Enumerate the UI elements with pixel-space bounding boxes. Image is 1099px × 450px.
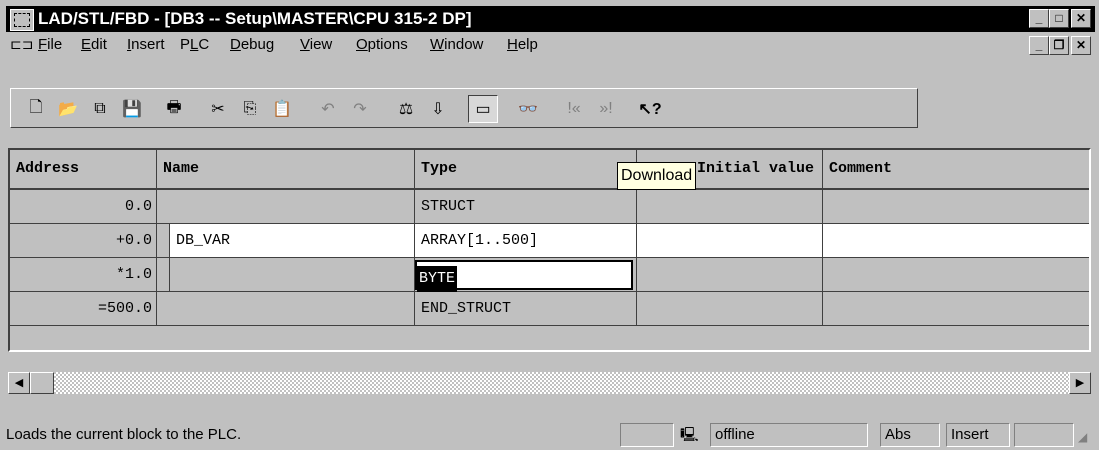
menu-options[interactable]: Options <box>356 36 408 53</box>
next-error-icon[interactable]: »! <box>591 95 621 123</box>
scroll-right-button[interactable]: ▶ <box>1069 372 1091 394</box>
doc-close-button[interactable]: ✕ <box>1071 36 1091 55</box>
menu-file[interactable]: File <box>38 36 62 53</box>
scroll-left-button[interactable]: ◀ <box>8 372 30 394</box>
address-cell: 0.0 <box>10 190 157 224</box>
header-comment[interactable]: Comment <box>823 150 1089 188</box>
paste-icon[interactable]: 📋 <box>267 95 297 123</box>
document-control-icon[interactable]: ⊏⊐ <box>10 36 33 53</box>
app-icon[interactable] <box>10 9 34 31</box>
table-row[interactable]: *1.0 BYTE <box>10 258 1089 292</box>
menu-plc[interactable]: PLC <box>180 36 209 53</box>
table-empty-area <box>10 326 1089 350</box>
name-cell[interactable] <box>170 258 415 292</box>
menu-help[interactable]: Help <box>507 36 538 53</box>
struct-indent <box>157 258 170 292</box>
menu-bar: ⊏⊐ File Edit Insert PLC Debug View Optio… <box>6 33 1095 59</box>
header-type[interactable]: Type <box>415 150 637 188</box>
status-insert: Insert <box>946 423 1010 447</box>
initial-value-cell[interactable] <box>637 258 823 292</box>
save-icon[interactable]: 💾 <box>117 95 147 123</box>
table-header: Address Name Type Initial value Comment <box>10 150 1089 190</box>
address-cell: *1.0 <box>10 258 157 292</box>
comment-cell[interactable] <box>823 224 1089 258</box>
open-icon[interactable]: 📂 <box>53 95 83 123</box>
declaration-table: Address Name Type Initial value Comment … <box>8 148 1091 352</box>
doc-minimize-button[interactable]: _ <box>1029 36 1049 55</box>
resize-grip-icon[interactable]: ◢ <box>1078 430 1087 444</box>
status-mode: offline <box>710 423 868 447</box>
comment-cell[interactable] <box>823 190 1089 224</box>
toolbar: 🗋 📂 ⧉ 💾 🖶 ✂ ⎘ 📋 ↶ ↷ ⚖ ⇩ ▭ 👓 !« »! ↖? <box>8 62 1089 146</box>
initial-value-cell[interactable] <box>637 224 823 258</box>
type-cell[interactable]: STRUCT <box>415 190 637 224</box>
minimize-button[interactable]: _ <box>1029 9 1049 28</box>
name-cell[interactable] <box>157 190 415 224</box>
redo-icon[interactable]: ↷ <box>345 95 375 123</box>
comment-cell[interactable] <box>823 258 1089 292</box>
table-row[interactable]: 0.0 STRUCT <box>10 190 1089 224</box>
comment-cell[interactable] <box>823 292 1089 326</box>
horizontal-scrollbar[interactable]: ◀ ▶ <box>8 371 1091 395</box>
copy-icon[interactable]: ⎘ <box>235 95 265 123</box>
toolbar-strip: 🗋 📂 ⧉ 💾 🖶 ✂ ⎘ 📋 ↶ ↷ ⚖ ⇩ ▭ 👓 !« »! ↖? <box>10 88 918 128</box>
header-address[interactable]: Address <box>10 150 157 188</box>
struct-indent <box>157 224 170 258</box>
scroll-thumb[interactable] <box>30 372 54 394</box>
glasses-icon[interactable]: 👓 <box>513 95 543 123</box>
window-title: LAD/STL/FBD - [DB3 -- Setup\MASTER\CPU 3… <box>38 9 472 28</box>
previous-error-icon[interactable]: !« <box>559 95 589 123</box>
scroll-track[interactable] <box>30 372 1069 394</box>
header-name[interactable]: Name <box>157 150 415 188</box>
print-icon[interactable]: 🖶 <box>159 95 189 123</box>
context-help-icon[interactable]: ↖? <box>635 95 665 123</box>
maximize-button[interactable]: □ <box>1049 9 1069 28</box>
doc-restore-button[interactable]: ❐ <box>1049 36 1069 55</box>
title-bar: LAD/STL/FBD - [DB3 -- Setup\MASTER\CPU 3… <box>6 6 1095 32</box>
name-cell[interactable] <box>157 292 415 326</box>
accessible-nodes-icon[interactable]: ⧉ <box>85 95 115 123</box>
type-cell[interactable]: BYTE <box>415 258 637 292</box>
selected-type-text[interactable]: BYTE <box>417 266 458 292</box>
menu-insert[interactable]: Insert <box>127 36 165 53</box>
table-row[interactable]: +0.0 DB_VAR ARRAY[1..500] <box>10 224 1089 258</box>
new-icon[interactable]: 🗋 <box>21 95 51 123</box>
status-abs: Abs <box>880 423 940 447</box>
compare-icon[interactable]: ⚖ <box>391 95 421 123</box>
status-panel-last <box>1014 423 1074 447</box>
address-cell: +0.0 <box>10 224 157 258</box>
type-cell[interactable]: ARRAY[1..500] <box>415 224 637 258</box>
status-message: Loads the current block to the PLC. <box>6 426 242 443</box>
type-cell[interactable]: END_STRUCT <box>415 292 637 326</box>
menu-view[interactable]: View <box>300 36 332 53</box>
menu-window[interactable]: Window <box>430 36 483 53</box>
address-cell: =500.0 <box>10 292 157 326</box>
menu-debug[interactable]: Debug <box>230 36 274 53</box>
cut-icon[interactable]: ✂ <box>203 95 233 123</box>
download-icon[interactable]: ⇩ <box>423 95 453 123</box>
close-button[interactable]: ✕ <box>1071 9 1091 28</box>
connection-icon: 🖳 <box>680 426 699 442</box>
initial-value-cell[interactable] <box>637 190 823 224</box>
download-tooltip: Download <box>617 162 697 190</box>
table-row[interactable]: =500.0 END_STRUCT <box>10 292 1089 326</box>
monitor-icon[interactable]: ▭ <box>468 95 498 123</box>
name-cell[interactable]: DB_VAR <box>170 224 415 258</box>
status-panel-empty <box>620 423 674 447</box>
initial-value-cell[interactable] <box>637 292 823 326</box>
menu-edit[interactable]: Edit <box>81 36 107 53</box>
undo-icon[interactable]: ↶ <box>313 95 343 123</box>
type-edit-field[interactable]: BYTE <box>415 260 633 292</box>
status-bar: Loads the current block to the PLC. 🖳 of… <box>0 418 1099 450</box>
